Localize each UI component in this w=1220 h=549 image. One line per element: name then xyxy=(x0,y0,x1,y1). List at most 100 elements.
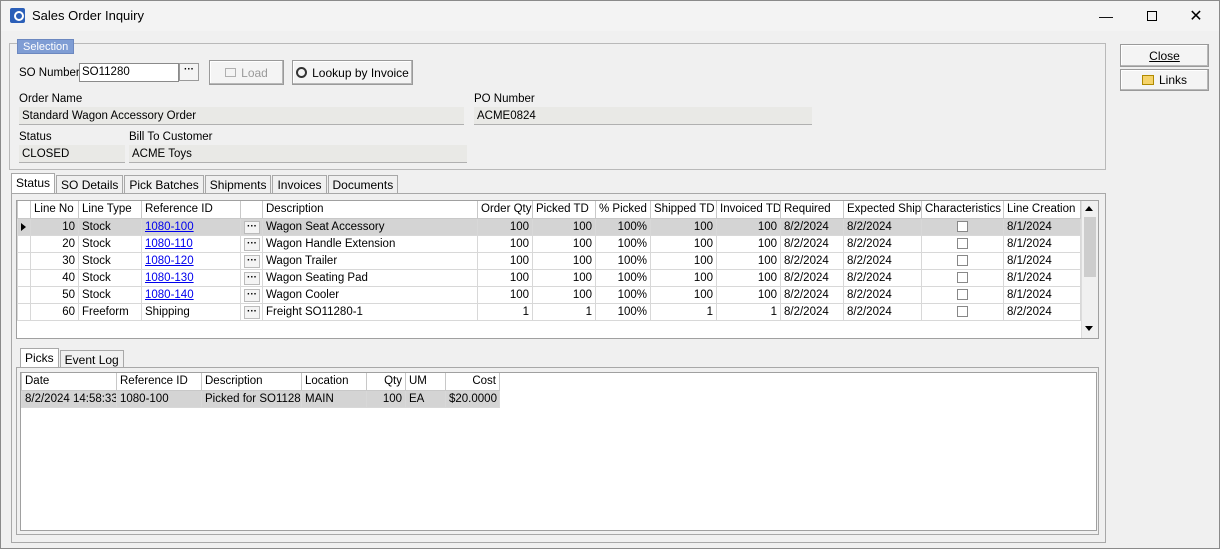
po-number-label: PO Number xyxy=(474,93,535,105)
links-button[interactable]: Links xyxy=(1120,69,1209,91)
header-line-type[interactable]: Line Type xyxy=(78,201,142,219)
expected-ship-cell: 8/2/2024 xyxy=(843,285,922,304)
reference-id-cell: 1080-110 xyxy=(141,234,241,253)
bill-to-customer-label: Bill To Customer xyxy=(129,131,213,143)
tab-event-log[interactable]: Event Log xyxy=(59,350,124,368)
minimize-button[interactable]: — xyxy=(1083,1,1129,31)
header-pct-picked[interactable]: % Picked xyxy=(595,201,651,219)
characteristics-checkbox[interactable] xyxy=(957,237,968,249)
tab-so-details[interactable]: SO Details xyxy=(56,175,124,193)
reference-id-link[interactable]: 1080-140 xyxy=(145,289,194,301)
expected-ship-cell: 8/2/2024 xyxy=(843,302,922,321)
header-reference-id[interactable]: Reference ID xyxy=(141,201,241,219)
header-cost[interactable]: Cost xyxy=(445,373,500,391)
line-type-cell: Stock xyxy=(78,217,142,236)
row-ellipsis-button[interactable]: ··· xyxy=(244,271,260,285)
row-ellipsis-button[interactable]: ··· xyxy=(244,305,260,319)
header-description[interactable]: Description xyxy=(262,201,478,219)
row-ellipsis-button[interactable]: ··· xyxy=(244,288,260,302)
maximize-button[interactable] xyxy=(1129,1,1175,31)
title-bar: Sales Order Inquiry — ✕ xyxy=(1,1,1219,31)
header-line-creation[interactable]: Line Creation xyxy=(1003,201,1081,219)
characteristics-checkbox[interactable] xyxy=(957,254,968,266)
load-button[interactable]: Load xyxy=(209,60,284,85)
scroll-up-icon[interactable] xyxy=(1085,206,1093,211)
tab-picks[interactable]: Picks xyxy=(20,348,59,368)
characteristics-checkbox[interactable] xyxy=(957,305,968,317)
tab-shipments[interactable]: Shipments xyxy=(204,175,272,193)
characteristics-checkbox[interactable] xyxy=(957,271,968,283)
table-row[interactable]: 60 Freeform Shipping ··· Freight SO11280-1 1 1… xyxy=(17,302,1081,321)
required-cell: 8/2/2024 xyxy=(780,234,844,253)
characteristics-checkbox[interactable] xyxy=(957,288,968,300)
order-qty-cell: 1 xyxy=(477,302,533,321)
so-number-browse-button[interactable]: ··· xyxy=(179,63,199,81)
invoiced-td-cell: 100 xyxy=(716,285,781,304)
row-ellipsis-button[interactable]: ··· xyxy=(244,254,260,268)
close-window-button[interactable]: ✕ xyxy=(1173,1,1219,31)
shipped-td-cell: 100 xyxy=(650,234,717,253)
header-qty[interactable]: Qty xyxy=(366,373,406,391)
lines-table: Line No Line Type Reference ID Descripti… xyxy=(17,201,1081,321)
order-name-field: Standard Wagon Accessory Order xyxy=(19,107,464,125)
header-order-qty[interactable]: Order Qty xyxy=(477,201,533,219)
shipped-td-cell: 100 xyxy=(650,268,717,287)
header-description[interactable]: Description xyxy=(201,373,302,391)
row-ellipsis-button[interactable]: ··· xyxy=(244,220,260,234)
lookup-by-invoice-button[interactable]: Lookup by Invoice xyxy=(292,60,413,85)
status-field: CLOSED xyxy=(19,145,125,163)
tab-invoices[interactable]: Invoices xyxy=(272,175,327,193)
load-icon xyxy=(225,68,237,77)
header-shipped-td[interactable]: Shipped TD xyxy=(650,201,717,219)
header-picked-td[interactable]: Picked TD xyxy=(532,201,596,219)
table-row[interactable]: 8/2/2024 14:58:33 1080-100 Picked for SO11… xyxy=(21,389,500,408)
header-reference-id[interactable]: Reference ID xyxy=(116,373,202,391)
scroll-down-icon[interactable] xyxy=(1085,326,1093,331)
so-number-input[interactable]: SO11280 xyxy=(79,63,179,82)
reference-id-link[interactable]: 1080-120 xyxy=(145,255,194,267)
expected-ship-cell: 8/2/2024 xyxy=(843,234,922,253)
required-cell: 8/2/2024 xyxy=(780,302,844,321)
table-row[interactable]: 30 Stock 1080-120 ··· Wagon Trailer 100 100 100… xyxy=(17,251,1081,270)
line-type-cell: Freeform xyxy=(78,302,142,321)
reference-id-link[interactable]: 1080-110 xyxy=(145,238,193,250)
tab-documents[interactable]: Documents xyxy=(327,175,399,193)
close-button[interactable]: Close xyxy=(1120,44,1209,67)
line-creation-cell: 8/1/2024 xyxy=(1003,285,1081,304)
lines-header-row: Line No Line Type Reference ID Descripti… xyxy=(17,201,1081,219)
characteristics-checkbox[interactable] xyxy=(957,220,968,232)
required-cell: 8/2/2024 xyxy=(780,217,844,236)
line-creation-cell: 8/2/2024 xyxy=(1003,302,1081,321)
header-date[interactable]: Date xyxy=(21,373,117,391)
header-location[interactable]: Location xyxy=(301,373,367,391)
picked-td-cell: 1 xyxy=(532,302,596,321)
table-row[interactable]: 10 Stock 1080-100 ··· Wagon Seat Accessory 10… xyxy=(17,217,1081,236)
picks-header-row: Date Reference ID Description Location Q… xyxy=(21,373,500,391)
lines-vertical-scrollbar[interactable] xyxy=(1081,201,1098,338)
order-qty-cell: 100 xyxy=(477,268,533,287)
table-row[interactable]: 50 Stock 1080-140 ··· Wagon Cooler 100 100 100%… xyxy=(17,285,1081,304)
line-creation-cell: 8/1/2024 xyxy=(1003,268,1081,287)
row-ellipsis-button[interactable]: ··· xyxy=(244,237,260,251)
header-line-no[interactable]: Line No xyxy=(30,201,79,219)
reference-id-link[interactable]: 1080-100 xyxy=(145,221,194,233)
picked-td-cell: 100 xyxy=(532,268,596,287)
header-characteristics[interactable]: Characteristics xyxy=(921,201,1004,219)
pct-picked-cell: 100% xyxy=(595,217,651,236)
tab-status[interactable]: Status xyxy=(11,173,56,193)
scroll-thumb[interactable] xyxy=(1084,217,1096,277)
description-cell: Wagon Seating Pad xyxy=(262,268,478,287)
tab-pick-batches[interactable]: Pick Batches xyxy=(124,175,204,193)
lookup-button-label: Lookup by Invoice xyxy=(312,65,409,80)
header-um[interactable]: UM xyxy=(405,373,446,391)
header-required[interactable]: Required xyxy=(780,201,844,219)
header-expected-ship[interactable]: Expected Ship xyxy=(843,201,922,219)
table-row[interactable]: 40 Stock 1080-130 ··· Wagon Seating Pad 100 10… xyxy=(17,268,1081,287)
order-qty-cell: 100 xyxy=(477,251,533,270)
characteristics-cell xyxy=(921,217,1004,236)
reference-id-cell: 1080-140 xyxy=(141,285,241,304)
table-row[interactable]: 20 Stock 1080-110 ··· Wagon Handle Extension… xyxy=(17,234,1081,253)
date-cell: 8/2/2024 14:58:33 xyxy=(21,389,117,408)
reference-id-link[interactable]: 1080-130 xyxy=(145,272,194,284)
header-invoiced-td[interactable]: Invoiced TD xyxy=(716,201,781,219)
